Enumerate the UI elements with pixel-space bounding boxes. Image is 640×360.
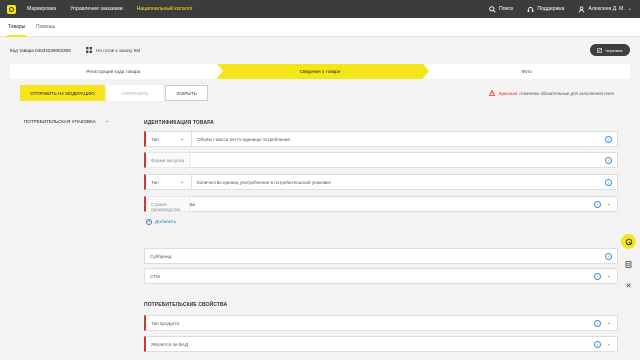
product-type-field[interactable]: Тип продукта i ⌄ — [144, 315, 618, 331]
is-dietary-supplement-field[interactable]: Является ли БАД i ⌄ — [144, 336, 618, 352]
active-tab-indicator — [7, 35, 26, 37]
type-quantity-field[interactable]: Тип ⌄ Количество единиц употребления в п… — [144, 174, 618, 190]
field-label-type: Тип — [151, 137, 159, 142]
info-icon[interactable]: i — [594, 273, 601, 280]
user-icon — [579, 6, 585, 13]
required-red-word: Красным — [499, 90, 518, 96]
user-menu[interactable]: Алексеев Д. М. ⌄ — [578, 6, 632, 13]
step-registration[interactable]: Регистрация кода товара — [10, 64, 217, 79]
step-label: Сведения о товаре — [299, 69, 341, 74]
submit-moderation-button[interactable]: ОТПРАВИТЬ НА МОДЕРАЦИЮ — [20, 85, 105, 101]
sub-navigation: Товары Помощь — [0, 18, 640, 37]
close-panel-button[interactable]: ✕ — [621, 278, 636, 293]
plus-icon: + — [146, 219, 152, 225]
field-label-product-type: Тип продукта — [151, 321, 180, 326]
tab-help[interactable]: Помощь — [36, 24, 55, 30]
type-volume-field[interactable]: Тип ⌄ Объём / масса нетто единицы потреб… — [144, 131, 618, 147]
info-icon[interactable]: i — [605, 253, 612, 260]
form-stepper: Регистрация кода товара Сведения о товар… — [10, 64, 631, 79]
release-form-field[interactable]: i — [144, 152, 618, 168]
search-label: Поиск — [498, 6, 514, 12]
field-label-type: Тип — [151, 180, 159, 185]
nav-item-marking[interactable]: Маркировка — [27, 6, 56, 12]
chevron-down-icon: ⌄ — [606, 341, 611, 347]
step-label: Фото — [521, 69, 532, 74]
chevron-down-icon: ⌄ — [104, 118, 110, 124]
field-label-release-form: Форма выпуска — [151, 158, 185, 163]
headset-icon — [528, 6, 534, 12]
step-separator — [423, 64, 430, 78]
product-code: Код товара 04034229002305 — [10, 48, 71, 53]
chevron-down-icon: ⌄ — [606, 201, 611, 207]
app-logo-icon[interactable] — [7, 4, 16, 14]
field-label-country: Страна производства — [151, 202, 181, 212]
grid-icon — [86, 47, 92, 53]
field-label-stm: СТМ — [150, 274, 160, 279]
add-button[interactable]: + Добавить — [146, 219, 176, 225]
user-name: Алексеев Д. М. — [588, 6, 625, 12]
info-icon[interactable]: i — [605, 157, 612, 164]
stm-field[interactable]: СТМ i ⌄ — [144, 268, 618, 284]
divider — [191, 175, 192, 189]
field-label-subbrand: Суббренд — [150, 254, 172, 259]
sidebar-item-label: ПОТРЕБИТЕЛЬСКАЯ УПАКОВКА — [24, 118, 96, 124]
add-button-label: Добавить — [155, 219, 177, 225]
close-icon: ✕ — [625, 282, 632, 290]
chevron-down-icon: ⌄ — [627, 6, 632, 12]
required-note-text: отмечены обязательные для заполнения пол… — [519, 90, 614, 96]
chevron-down-icon: ⌄ — [180, 179, 185, 185]
release-form-input[interactable]: Форма выпуска — [144, 152, 190, 168]
sidebar-item-consumer-package[interactable]: ПОТРЕБИТЕЛЬСКАЯ УПАКОВКА ⌄ — [24, 118, 109, 124]
drafts-button-label: черновик — [605, 47, 623, 53]
field-label-quantity: Количество единиц употребления в потреби… — [197, 180, 331, 185]
chat-icon — [625, 238, 632, 245]
chat-button[interactable] — [621, 234, 636, 249]
section-title-identification: ИДЕНТИФИКАЦИЯ ТОВАРА — [144, 120, 214, 126]
search-button[interactable]: Поиск — [489, 5, 514, 13]
document-button[interactable] — [621, 257, 636, 272]
field-label-volume: Объём / масса нетто единицы потребления — [197, 137, 290, 142]
document-icon — [625, 261, 632, 268]
info-icon[interactable]: i — [594, 320, 601, 327]
order-status-text: Не готов к заказу КМ — [96, 47, 141, 53]
nav-item-order-management[interactable]: Управление заказами — [70, 6, 122, 12]
order-status: Не готов к заказу КМ — [86, 47, 140, 53]
country-input[interactable]: Страна производства — [144, 196, 190, 212]
close-button[interactable]: ЗАКРЫТЬ — [165, 85, 208, 101]
section-title-consumer-properties: ПОТРЕБИТЕЛЬСКИЕ СВОЙСТВА — [144, 302, 228, 308]
divider — [191, 132, 192, 146]
save-button[interactable]: СОХРАНИТЬ — [107, 85, 163, 101]
country-value-suffix: ва — [190, 202, 195, 207]
step-separator — [216, 64, 223, 78]
top-right-controls: Поиск Поддержка Алексеев Д. М. ⌄ — [475, 0, 632, 18]
info-icon[interactable]: i — [605, 136, 612, 143]
step-label: Регистрация кода товара — [86, 69, 141, 74]
top-navigation-bar: Маркировка Управление заказами Националь… — [0, 0, 640, 18]
step-product-info[interactable]: Сведения о товаре — [216, 64, 424, 79]
drafts-button[interactable]: черновик — [590, 44, 630, 56]
warning-icon — [489, 90, 495, 96]
search-icon — [489, 5, 496, 13]
support-button[interactable]: Поддержка — [527, 6, 564, 13]
chevron-down-icon: ⌄ — [180, 136, 185, 142]
edit-icon — [597, 47, 603, 53]
info-icon[interactable]: i — [594, 341, 601, 348]
step-photo[interactable]: Фото — [423, 64, 631, 79]
nav-item-national-catalog[interactable]: Национальный каталог — [137, 6, 193, 12]
info-icon[interactable]: i — [594, 201, 601, 208]
chevron-down-icon: ⌄ — [606, 320, 611, 326]
support-label: Поддержка — [537, 6, 565, 12]
country-field[interactable]: ва i ⌄ — [144, 196, 618, 212]
field-label-is-bad: Является ли БАД — [151, 342, 189, 347]
chevron-down-icon: ⌄ — [606, 273, 611, 279]
info-icon[interactable]: i — [605, 179, 612, 186]
subbrand-field[interactable]: Суббренд i — [144, 248, 618, 264]
action-buttons: ОТПРАВИТЬ НА МОДЕРАЦИЮ СОХРАНИТЬ ЗАКРЫТЬ — [20, 85, 208, 101]
required-fields-note: Красным отмечены обязательные для заполн… — [489, 90, 614, 96]
tab-products[interactable]: Товары — [8, 24, 25, 30]
